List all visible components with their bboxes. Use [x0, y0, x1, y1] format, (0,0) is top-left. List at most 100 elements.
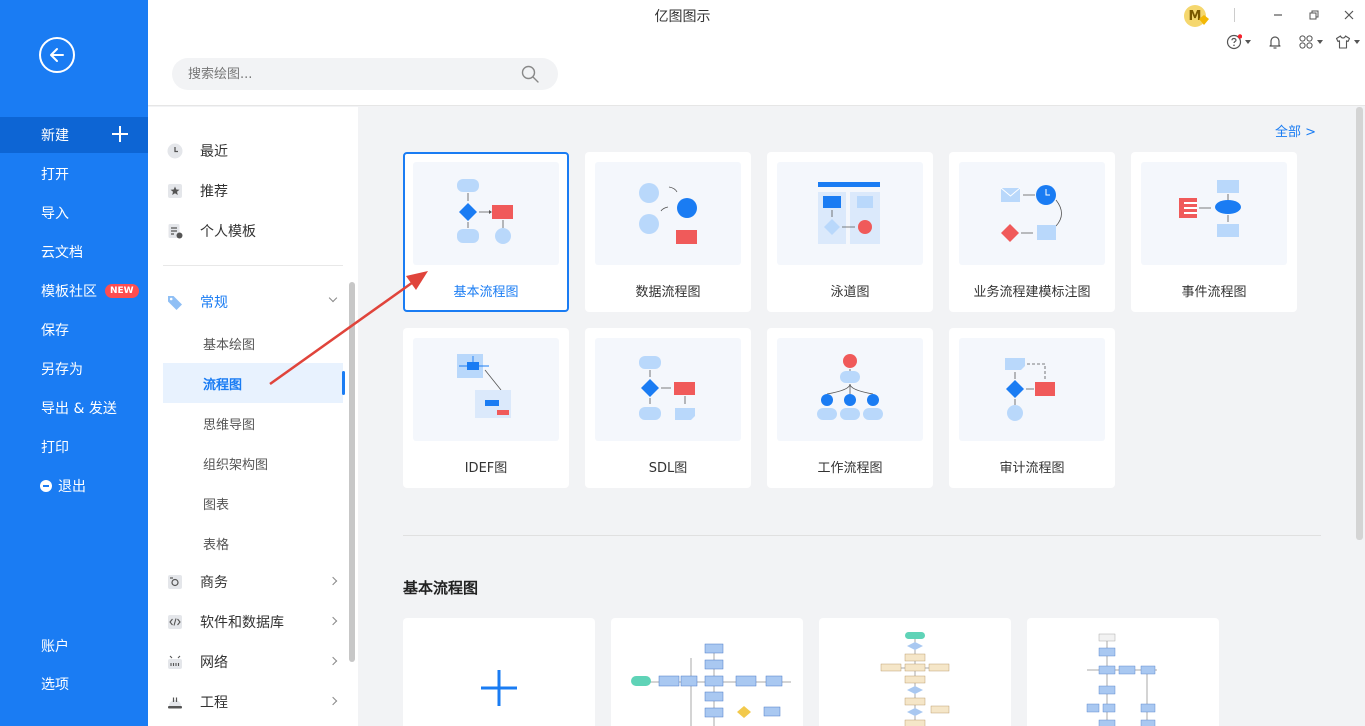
sidebar-item-options[interactable]: 选项: [0, 666, 148, 702]
subcategory-org-chart[interactable]: 组织架构图: [163, 443, 343, 483]
template-type-event-flow[interactable]: 事件流程图: [1131, 152, 1297, 312]
template-type-audit-flow[interactable]: 审计流程图: [949, 328, 1115, 488]
template-type-basic-flowchart[interactable]: 基本流程图: [403, 152, 569, 312]
sidebar-item-label: 保存: [41, 323, 69, 339]
category-business[interactable]: 商务: [148, 564, 348, 600]
sidebar-item-label: 选项: [41, 677, 69, 693]
view-all-link[interactable]: 全部 >: [1275, 121, 1316, 140]
category-label: 常规: [200, 295, 228, 311]
category-recommended[interactable]: 推荐: [148, 173, 348, 209]
close-icon: [1344, 10, 1354, 20]
template-card[interactable]: [819, 618, 1011, 726]
category-network[interactable]: 网络: [148, 644, 348, 680]
template-type-idef[interactable]: IDEF图: [403, 328, 569, 488]
chevron-right-icon: [328, 616, 338, 626]
sidebar-item-save[interactable]: 保存: [0, 312, 148, 348]
star-icon: [168, 184, 182, 198]
template-type-label: 事件流程图: [1181, 285, 1247, 300]
new-blank-drawing-card[interactable]: [403, 618, 595, 726]
subcategory-flowchart[interactable]: 流程图: [163, 363, 345, 403]
sidebar-item-new[interactable]: 新建: [0, 117, 148, 153]
template-type-label: 数据流程图: [635, 285, 701, 300]
chevron-down-icon: [1354, 40, 1360, 44]
template-type-label: 泳道图: [830, 285, 870, 300]
plus-icon[interactable]: [112, 126, 128, 142]
sidebar-item-exit[interactable]: 退出: [0, 468, 148, 504]
restore-button[interactable]: [1302, 5, 1326, 25]
template-type-data-flow[interactable]: 数据流程图: [585, 152, 751, 312]
main-content: 全部 > 基本流程图 数据流程图 泳道图 业务流程建模标注图 事件流程图 IDE…: [358, 107, 1365, 726]
top-bar: 亿图图示 M: [148, 0, 1365, 106]
apps-grid-icon: [1299, 35, 1313, 49]
template-card[interactable]: [1027, 618, 1219, 726]
subcategory-label: 思维导图: [203, 417, 256, 433]
search-input[interactable]: [188, 58, 508, 90]
template-type-swimlane[interactable]: 泳道图: [767, 152, 933, 312]
category-label: 软件和数据库: [200, 615, 284, 631]
back-button[interactable]: [39, 37, 75, 73]
category-personal-templates[interactable]: 个人模板: [148, 213, 348, 249]
section-title: 基本流程图: [403, 579, 479, 597]
sidebar-item-print[interactable]: 打印: [0, 429, 148, 465]
category-general[interactable]: 常规: [148, 284, 348, 320]
sidebar-item-label: 导出 & 发送: [41, 401, 117, 417]
category-recent[interactable]: 最近: [148, 133, 348, 169]
sidebar-item-export-send[interactable]: 导出 & 发送: [0, 390, 148, 426]
idef-illustration: [457, 354, 511, 418]
template-type-bpmn[interactable]: 业务流程建模标注图: [949, 152, 1115, 312]
audit-flow-illustration: [1005, 358, 1055, 421]
subcategory-label: 表格: [203, 537, 230, 553]
subcategory-chart[interactable]: 图表: [163, 483, 343, 523]
category-software-database[interactable]: 软件和数据库: [148, 604, 348, 640]
sidebar-item-label: 另存为: [41, 362, 83, 378]
sidebar-item-save-as[interactable]: 另存为: [0, 351, 148, 387]
sidebar-item-cloud-docs[interactable]: 云文档: [0, 234, 148, 270]
workflow-illustration: [817, 354, 883, 420]
helmet-icon: [168, 697, 182, 709]
minimize-button[interactable]: [1266, 5, 1290, 25]
template-type-workflow[interactable]: 工作流程图: [767, 328, 933, 488]
close-button[interactable]: [1337, 5, 1361, 25]
template-thumbnail: [959, 338, 1105, 441]
template-thumbnail: [595, 338, 741, 441]
flowchart-illustration: [457, 179, 513, 244]
subcategory-table[interactable]: 表格: [163, 523, 343, 563]
help-button[interactable]: [1226, 32, 1251, 52]
notification-button[interactable]: [1267, 32, 1283, 52]
sidebar-item-label: 云文档: [41, 245, 83, 261]
sidebar-item-template-community[interactable]: 模板社区 NEW: [0, 273, 148, 309]
sidebar-item-label: 模板社区: [41, 284, 97, 300]
divider: [403, 535, 1321, 536]
subcategory-mind-map[interactable]: 思维导图: [163, 403, 343, 443]
vip-diamond-icon: [1199, 15, 1209, 25]
category-label: 推荐: [200, 184, 228, 200]
sidebar-item-open[interactable]: 打开: [0, 156, 148, 192]
category-panel: 最近 推荐 个人模板 常规 基本绘图 流程图 思维导图 组织架构图 图表 表格 …: [148, 107, 358, 726]
skin-button[interactable]: [1335, 32, 1360, 52]
bell-icon: [1269, 36, 1281, 49]
category-scrollbar[interactable]: [349, 282, 355, 662]
bpmn-illustration: [1000, 185, 1062, 242]
subcategory-basic-drawing[interactable]: 基本绘图: [163, 323, 343, 363]
apps-button[interactable]: [1298, 32, 1323, 52]
main-scrollbar[interactable]: [1356, 107, 1363, 540]
search-icon[interactable]: [521, 65, 539, 83]
sidebar-item-label: 导入: [41, 206, 69, 222]
template-icon: [168, 224, 183, 239]
divider: [1234, 8, 1235, 22]
sidebar-item-label: 新建: [41, 128, 69, 144]
sidebar-item-label: 账户: [41, 639, 69, 655]
chevron-down-icon: [328, 293, 338, 303]
sidebar-item-label: 打印: [41, 440, 69, 456]
search-box: [172, 58, 558, 90]
template-type-label: IDEF图: [464, 461, 508, 476]
template-card[interactable]: [611, 618, 803, 726]
sidebar-item-account[interactable]: 账户: [0, 628, 148, 664]
app-title: 亿图图示: [654, 9, 711, 25]
chevron-down-icon: [1245, 40, 1251, 44]
template-type-sdl[interactable]: SDL图: [585, 328, 751, 488]
category-engineering[interactable]: 工程: [148, 684, 348, 720]
new-badge: NEW: [105, 284, 139, 298]
left-sidebar: 新建 打开 导入 云文档 模板社区 NEW 保存 另存为 导出 & 发送 打印 …: [0, 0, 148, 726]
sidebar-item-import[interactable]: 导入: [0, 195, 148, 231]
